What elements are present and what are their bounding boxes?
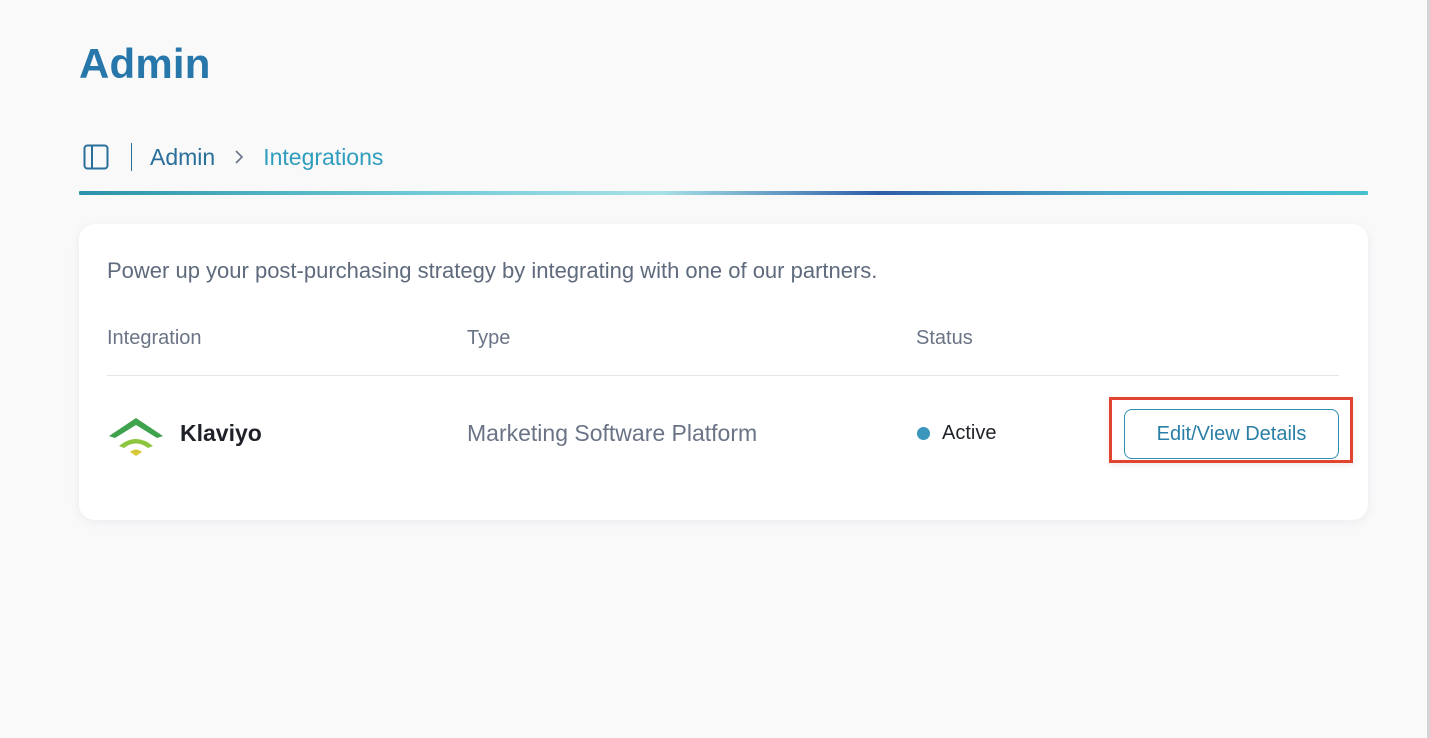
column-header-status: Status (916, 327, 973, 349)
header-divider (79, 191, 1368, 195)
page-title: Admin (79, 40, 211, 87)
status-badge: Active (942, 422, 997, 444)
sidebar-toggle-icon[interactable] (83, 144, 109, 170)
integration-name: Klaviyo (180, 420, 262, 446)
edit-view-details-button[interactable]: Edit/View Details (1124, 409, 1339, 459)
column-header-integration: Integration (107, 327, 202, 349)
breadcrumb: Admin Integrations (79, 140, 1368, 174)
breadcrumb-integrations: Integrations (263, 143, 384, 170)
klaviyo-logo-icon (107, 412, 165, 456)
table-row: Klaviyo Marketing Software Platform Acti… (79, 394, 1368, 474)
integrations-card: Power up your post-purchasing strategy b… (79, 224, 1368, 520)
column-header-type: Type (467, 327, 511, 349)
integration-type: Marketing Software Platform (467, 420, 758, 446)
table-header-divider (107, 375, 1339, 376)
chevron-right-icon (233, 149, 245, 165)
breadcrumb-divider (131, 143, 132, 171)
breadcrumb-admin[interactable]: Admin (150, 144, 215, 171)
status-dot (917, 427, 930, 440)
card-intro: Power up your post-purchasing strategy b… (107, 258, 878, 283)
